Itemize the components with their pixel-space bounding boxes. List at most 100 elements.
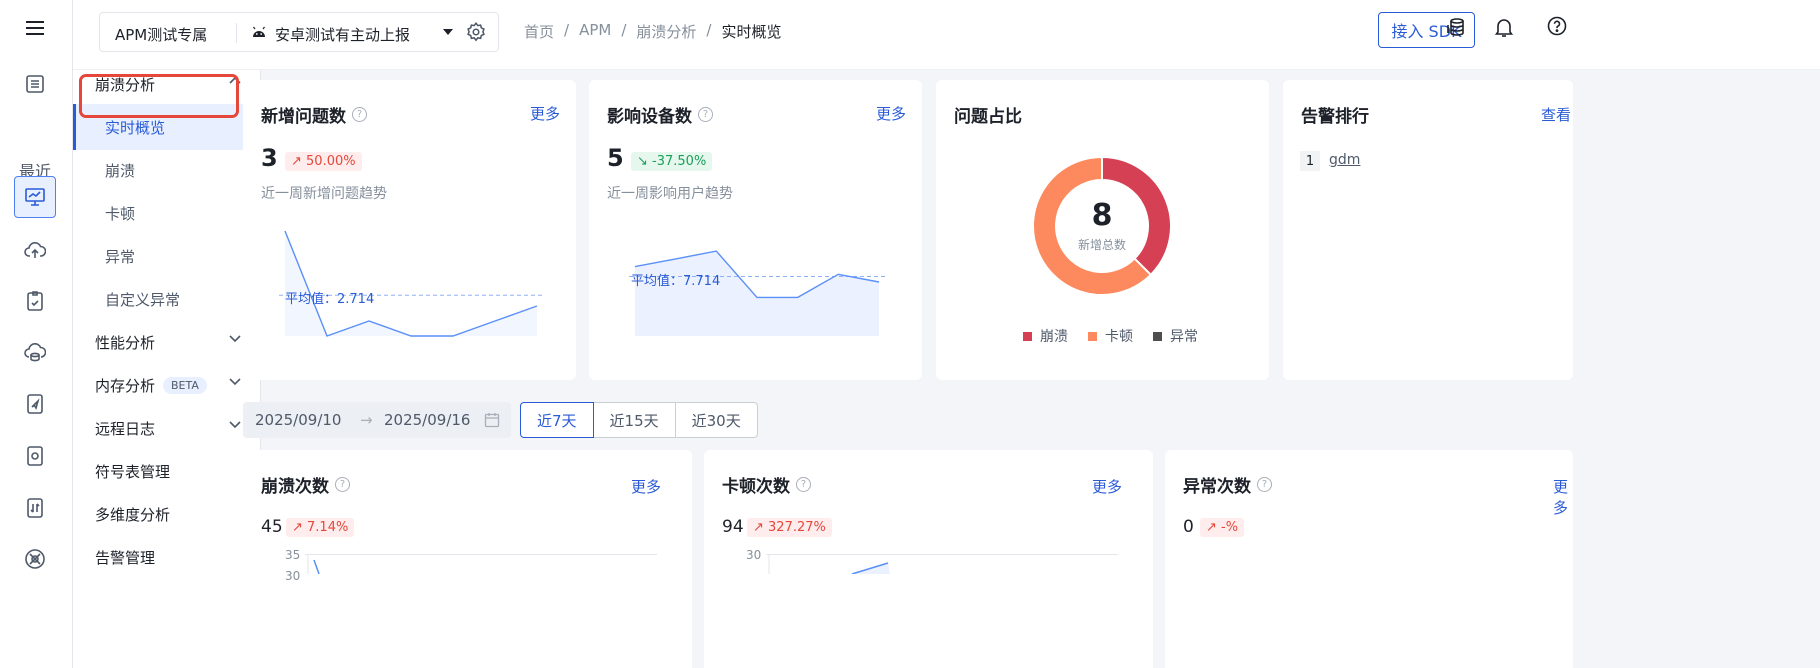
nav-item-symbols[interactable]: 符号表管理 xyxy=(73,448,261,494)
change-badge: ↗ 50.00% xyxy=(285,152,362,171)
date-start[interactable]: 2025/09/10 xyxy=(255,411,341,429)
y-tick-label: 35 xyxy=(285,548,301,562)
camera-doc-icon[interactable] xyxy=(14,435,56,477)
arrow-right-icon: → xyxy=(360,411,373,429)
change-badge: ↘ -37.50% xyxy=(631,152,713,171)
gear-icon[interactable] xyxy=(465,21,487,43)
help-icon[interactable]: ? xyxy=(796,477,811,492)
database-icon[interactable] xyxy=(1445,16,1467,38)
nav-group-crash[interactable]: 崩溃分析 xyxy=(73,61,261,107)
nav-group-performance[interactable]: 性能分析 xyxy=(73,319,261,365)
help-icon[interactable]: ? xyxy=(335,477,350,492)
trend-up-icon: ↗ xyxy=(291,154,307,169)
card-alert-ranking: 告警排行 查看 1 gdm xyxy=(1283,80,1573,380)
cloud-upload-icon[interactable] xyxy=(14,229,56,271)
date-range-picker[interactable]: 2025/09/10 → 2025/09/16 xyxy=(243,402,511,438)
help-icon[interactable]: ? xyxy=(1257,477,1272,492)
card-issue-ratio: 问题占比 8 新增总数 崩溃 卡顿 异常 xyxy=(936,80,1269,380)
y-tick-label: 30 xyxy=(285,569,301,583)
nav-group-remote-log[interactable]: 远程日志 xyxy=(73,405,261,451)
list-icon[interactable] xyxy=(14,63,56,105)
clipboard-check-icon[interactable] xyxy=(14,280,56,322)
calendar-icon[interactable] xyxy=(484,412,500,428)
card-title-text: 崩溃次数 xyxy=(261,477,329,497)
legend-item-lag[interactable]: 卡顿 xyxy=(1088,326,1133,346)
nav-item-label: 自定义异常 xyxy=(105,290,181,309)
nav-item-alerts[interactable]: 告警管理 xyxy=(73,534,261,580)
more-link[interactable]: 更多 xyxy=(631,476,661,497)
trend-area xyxy=(285,231,537,336)
chart-monitor-icon[interactable] xyxy=(14,176,56,218)
range-15d-button[interactable]: 近15天 xyxy=(592,402,676,438)
card-title: 告警排行 xyxy=(1301,107,1369,127)
bell-icon[interactable] xyxy=(1494,16,1514,38)
top-bar: APM测试专属 安卓测试有主动上报 首页 / APM / 崩溃分析 / 实时概览 接入… xyxy=(73,0,1820,70)
app-name[interactable]: 安卓测试有主动上报 xyxy=(275,24,410,45)
project-selector[interactable]: APM测试专属 安卓测试有主动上报 xyxy=(99,12,499,52)
card-title-text: 新增问题数 xyxy=(261,107,346,127)
project-name[interactable]: APM测试专属 xyxy=(115,24,207,45)
chevron-down-icon xyxy=(229,421,241,429)
range-30d-button[interactable]: 近30天 xyxy=(674,402,758,438)
range-7d-button[interactable]: 近7天 xyxy=(520,402,594,438)
help-icon[interactable]: ? xyxy=(352,107,367,122)
breadcrumb-apm[interactable]: APM xyxy=(579,21,611,42)
nav-group-label: 性能分析 xyxy=(95,333,156,352)
chevron-down-icon xyxy=(229,335,241,343)
average-label: 平均值：7.714 xyxy=(631,274,721,289)
nav-group-memory[interactable]: 内存分析 BETA xyxy=(73,362,261,408)
crash-count-chart xyxy=(305,554,657,574)
rank-number: 1 xyxy=(1300,151,1320,171)
network-icon[interactable] xyxy=(14,538,56,580)
legend-item-crash[interactable]: 崩溃 xyxy=(1023,326,1068,346)
transfer-doc-icon[interactable] xyxy=(14,487,56,529)
card-title: 影响设备数? xyxy=(607,102,713,127)
breadcrumb-home[interactable]: 首页 xyxy=(524,21,554,42)
exception-count-value: 0 xyxy=(1183,517,1194,537)
nav-item-realtime[interactable]: 实时概览 xyxy=(73,104,261,150)
nav-item-lag[interactable]: 卡顿 xyxy=(73,190,261,236)
help-icon[interactable]: ? xyxy=(698,107,713,122)
breadcrumb-crash[interactable]: 崩溃分析 xyxy=(636,21,696,42)
range-buttons: 近7天 近15天 近30天 xyxy=(520,402,758,438)
devices-value: 5 xyxy=(607,144,624,172)
more-link[interactable]: 更多 xyxy=(1553,476,1573,518)
crash-count-value: 45 xyxy=(261,517,283,537)
card-lag-count: 卡顿次数? 更多 94 ↗ 327.27% 30 xyxy=(704,450,1153,668)
change-value: 7.14% xyxy=(307,520,349,535)
sub-sidebar: 崩溃分析 实时概览 崩溃 卡顿 异常 自定义异常 性能分析 内存分析 BETA … xyxy=(73,70,261,668)
more-link[interactable]: 更多 xyxy=(530,103,560,124)
menu-icon[interactable] xyxy=(14,7,56,49)
legend-item-exception[interactable]: 异常 xyxy=(1153,326,1198,346)
card-title-text: 影响设备数 xyxy=(607,107,692,127)
nav-item-custom-exception[interactable]: 自定义异常 xyxy=(73,276,261,322)
card-subtitle: 近一周新增问题趋势 xyxy=(261,186,387,202)
date-end[interactable]: 2025/09/16 xyxy=(384,411,470,429)
beta-badge: BETA xyxy=(163,376,207,394)
lag-count-value: 94 xyxy=(722,517,744,537)
alert-rank-item[interactable]: gdm xyxy=(1329,152,1360,168)
card-exception-count: 异常次数? 更多 0 ↗ -% xyxy=(1165,450,1573,668)
donut-total: 8 xyxy=(1091,198,1113,233)
new-issues-value: 3 xyxy=(261,144,278,172)
more-link[interactable]: 更多 xyxy=(1092,476,1122,497)
card-new-issues: 新增问题数? 更多 3 ↗ 50.00% 近一周新增问题趋势 平均值：2.714 xyxy=(243,80,576,380)
legend-swatch xyxy=(1023,331,1032,341)
view-link[interactable]: 查看 xyxy=(1541,104,1571,125)
nav-item-label: 异常 xyxy=(105,247,136,266)
trend-up-icon: ↗ xyxy=(753,520,769,535)
change-badge: ↗ 327.27% xyxy=(747,518,832,537)
caret-down-icon[interactable] xyxy=(442,28,454,36)
change-value: 327.27% xyxy=(768,520,826,535)
card-title-text: 卡顿次数 xyxy=(722,477,790,497)
nav-group-crash-label: 崩溃分析 xyxy=(95,75,156,94)
more-link[interactable]: 更多 xyxy=(876,103,906,124)
y-tick-label: 30 xyxy=(746,548,762,562)
nav-item-multidim[interactable]: 多维度分析 xyxy=(73,491,261,537)
nav-item-crash[interactable]: 崩溃 xyxy=(73,147,261,193)
send-doc-icon[interactable] xyxy=(14,383,56,425)
nav-item-exception[interactable]: 异常 xyxy=(73,233,261,279)
legend-label: 异常 xyxy=(1170,329,1198,345)
cloud-db-icon[interactable] xyxy=(14,332,56,374)
help-icon[interactable] xyxy=(1547,16,1567,36)
